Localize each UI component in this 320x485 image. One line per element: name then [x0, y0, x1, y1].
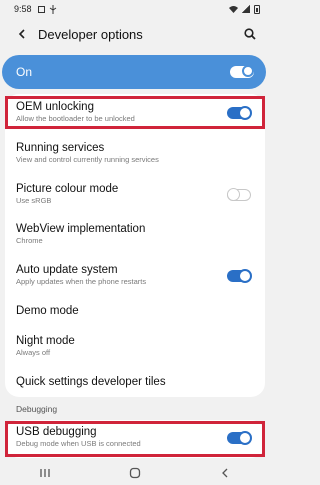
navigation-bar	[0, 460, 270, 485]
back-arrow-icon[interactable]	[14, 26, 30, 42]
home-icon[interactable]	[125, 463, 145, 483]
system-icons	[229, 4, 260, 14]
master-toggle-switch[interactable]	[230, 65, 254, 78]
wifi-icon	[229, 6, 238, 13]
back-nav-icon[interactable]	[215, 463, 235, 483]
debugging-list: USB debugging Debug mode when USB is con…	[5, 420, 265, 458]
oem-unlocking-toggle[interactable]	[227, 106, 252, 120]
setting-title: Demo mode	[16, 305, 79, 317]
page-title: Developer options	[38, 26, 143, 42]
setting-night-mode[interactable]: Night mode Always off	[5, 334, 265, 358]
setting-title: Quick settings developer tiles	[16, 376, 166, 388]
status-time: 9:58	[14, 4, 32, 14]
setting-subtitle: Always off	[16, 348, 51, 357]
setting-subtitle: View and control currently running servi…	[16, 155, 159, 164]
setting-oem-unlocking[interactable]: OEM unlocking Allow the bootloader to be…	[5, 100, 265, 124]
status-bar: 9:58	[0, 0, 270, 18]
gallery-notification-icon	[37, 5, 45, 13]
notification-icons	[37, 4, 57, 14]
recents-icon[interactable]	[35, 463, 55, 483]
developer-options-master-switch[interactable]: On	[2, 55, 266, 89]
debugging-section-header: Debugging	[16, 404, 58, 414]
setting-running-services[interactable]: Running services View and control curren…	[5, 141, 265, 165]
setting-title: WebView implementation	[16, 223, 146, 235]
usb-notification-icon	[49, 4, 56, 14]
search-icon[interactable]	[242, 26, 258, 42]
app-bar: Developer options	[0, 20, 270, 48]
setting-title: Running services	[16, 142, 105, 154]
picture-colour-mode-toggle[interactable]	[227, 188, 251, 201]
usb-debugging-toggle[interactable]	[227, 431, 252, 445]
setting-demo-mode[interactable]: Demo mode	[5, 304, 265, 318]
battery-icon	[254, 4, 260, 14]
setting-quick-settings-developer-tiles[interactable]: Quick settings developer tiles	[5, 375, 265, 389]
settings-list: OEM unlocking Allow the bootloader to be…	[5, 94, 265, 397]
master-switch-label: On	[16, 65, 33, 79]
setting-webview-implementation[interactable]: WebView implementation Chrome	[5, 222, 265, 246]
auto-update-system-toggle[interactable]	[227, 269, 252, 283]
setting-auto-update-system[interactable]: Auto update system Apply updates when th…	[5, 263, 265, 287]
setting-picture-colour-mode[interactable]: Picture colour mode Use sRGB	[5, 182, 265, 206]
setting-title: Night mode	[16, 335, 75, 347]
signal-icon	[242, 5, 250, 13]
setting-usb-debugging[interactable]: USB debugging Debug mode when USB is con…	[5, 425, 265, 449]
setting-subtitle: Chrome	[16, 236, 43, 245]
